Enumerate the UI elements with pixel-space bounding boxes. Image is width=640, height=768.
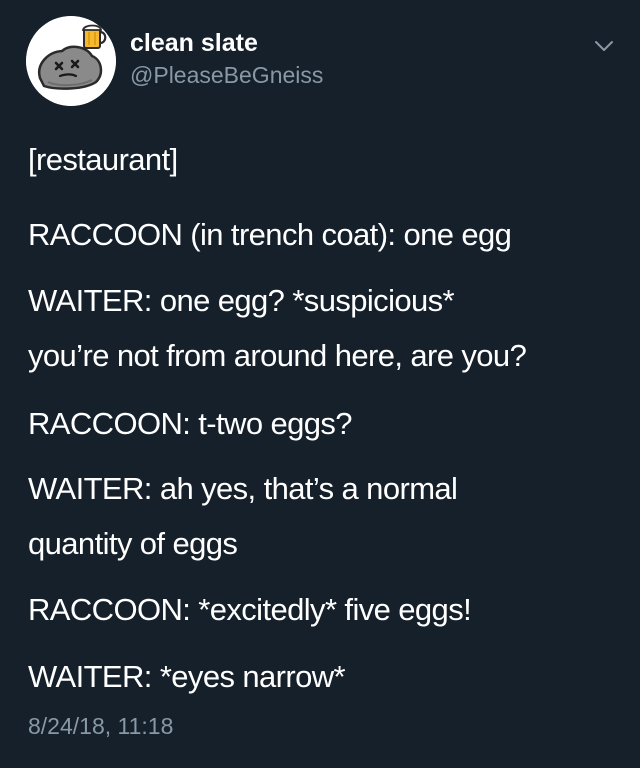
tweet-line: WAITER: *eyes narrow* <box>28 659 346 694</box>
tweet-line: RACCOON: *excitedly* five eggs! <box>28 592 472 627</box>
tweet-line: RACCOON (in trench coat): one egg <box>28 217 512 252</box>
tweet-line: WAITER: ah yes, that’s a normal <box>28 471 458 506</box>
rock-with-beer-icon <box>26 16 116 106</box>
tweet-line: quantity of eggs <box>28 526 238 561</box>
author-display-name[interactable]: clean slate <box>130 29 258 58</box>
tweet-timestamp[interactable]: 8/24/18, 11:18 <box>28 713 173 740</box>
tweet-card: clean slate @PleaseBeGneiss [restaurant]… <box>0 0 640 768</box>
tweet-header: clean slate @PleaseBeGneiss <box>0 0 640 120</box>
chevron-down-icon <box>595 41 613 51</box>
author-handle[interactable]: @PleaseBeGneiss <box>130 62 323 89</box>
tweet-menu-button[interactable] <box>592 36 616 56</box>
tweet-line: [restaurant] <box>28 142 178 177</box>
tweet-line: you’re not from around here, are you? <box>28 338 527 373</box>
tweet-line: WAITER: one egg? *suspicious* <box>28 283 455 318</box>
avatar[interactable] <box>26 16 116 106</box>
tweet-line: RACCOON: t-two eggs? <box>28 406 353 441</box>
